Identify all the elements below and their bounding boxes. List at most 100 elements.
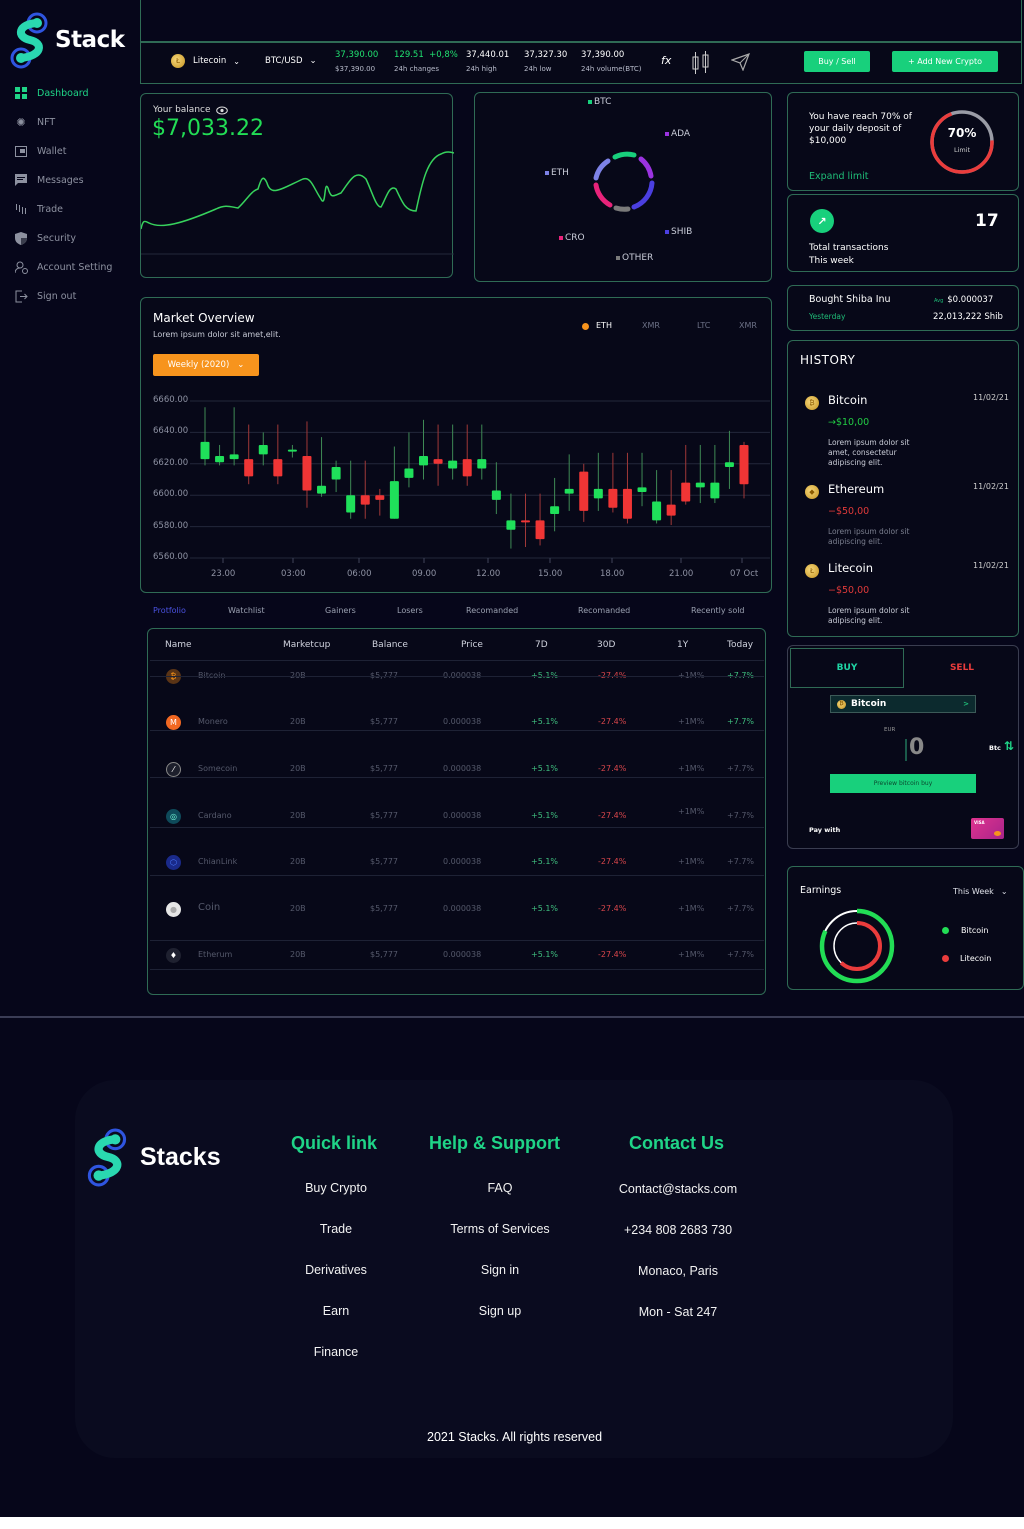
- last-trade-title: Bought Shiba Inu: [809, 294, 891, 305]
- sidebar-item-account-setting[interactable]: Account Setting: [14, 260, 112, 274]
- buy-sell-button[interactable]: Buy / Sell: [804, 51, 870, 72]
- candle-body: [579, 471, 589, 511]
- contact-item[interactable]: +234 808 2683 730: [598, 1223, 758, 1237]
- help-link[interactable]: FAQ: [420, 1181, 580, 1195]
- cell-d7: +5.1%: [531, 717, 559, 726]
- sidebar-item-messages[interactable]: Messages: [14, 173, 84, 187]
- cardano-icon: ◎: [166, 809, 181, 824]
- y-tick-label: 6560.00: [153, 552, 189, 562]
- quick-link[interactable]: Trade: [256, 1222, 416, 1236]
- coin-select[interactable]: ₿ Bitcoin >: [830, 695, 976, 713]
- column-header[interactable]: Today: [727, 640, 753, 650]
- quick-link[interactable]: Finance: [256, 1345, 416, 1359]
- candle-body: [273, 459, 283, 477]
- coin-tab-xmr[interactable]: XMR: [642, 321, 660, 330]
- column-header[interactable]: Marketcup: [283, 640, 330, 650]
- preview-buy-button[interactable]: Preview bitcoin buy: [830, 774, 976, 793]
- column-header[interactable]: 7D: [535, 640, 548, 650]
- price-usd: $37,390.00: [335, 65, 376, 73]
- contact-item: Monaco, Paris: [638, 1264, 718, 1278]
- buy-sell-panel: BUY SELL ₿ Bitcoin > EUR 0 Btc ⇅ Preview…: [787, 645, 1019, 849]
- sidebar-item-wallet[interactable]: Wallet: [14, 144, 66, 158]
- expand-limit-link[interactable]: Expand limit: [809, 171, 868, 182]
- coin-tab-eth[interactable]: ETH: [596, 321, 612, 330]
- portfolio-tab[interactable]: Recomanded: [578, 606, 630, 615]
- column-header[interactable]: 30D: [597, 640, 615, 650]
- portfolio-tab[interactable]: Losers: [397, 606, 423, 615]
- period-dropdown[interactable]: Weekly (2020) ⌄: [153, 354, 259, 376]
- column-header[interactable]: Price: [461, 640, 483, 650]
- sidebar-item-trade[interactable]: Trade: [14, 202, 63, 216]
- cell-price: 0.000038: [443, 717, 482, 726]
- transactions-card: ↗ 17 Total transactions This week: [787, 194, 1019, 272]
- candle-up: [229, 407, 239, 466]
- cell-balance: $5,777: [370, 857, 398, 866]
- candle-body: [433, 459, 443, 464]
- high-value: 37,440.01: [466, 50, 510, 60]
- add-new-crypto-button[interactable]: + Add New Crypto: [892, 51, 998, 72]
- legend-other: OTHER: [616, 253, 653, 263]
- eye-icon[interactable]: [215, 106, 228, 115]
- candle-down: [360, 460, 370, 519]
- amount-input[interactable]: 0: [909, 735, 924, 760]
- sidebar-item-label: Sign out: [37, 290, 77, 302]
- help-link[interactable]: Sign in: [420, 1263, 580, 1277]
- sidebar-item-security[interactable]: Security: [14, 231, 76, 245]
- header-divider: [150, 660, 764, 661]
- quick-link[interactable]: Derivatives: [256, 1263, 416, 1277]
- top-header: [140, 0, 1022, 42]
- y-tick-label: 6620.00: [153, 457, 189, 468]
- column-header[interactable]: 1Y: [677, 640, 688, 650]
- balance-label-row: Your balance: [153, 105, 228, 115]
- coin-tab-xmr-2[interactable]: XMR: [739, 321, 757, 330]
- sidebar-item-dashboard[interactable]: Dashboard: [14, 86, 89, 100]
- page-bottom-edge: [0, 1517, 1024, 1529]
- coin-selector[interactable]: Ł Litecoin ⌄: [171, 54, 240, 68]
- cell-today: +7.7%: [727, 857, 755, 866]
- ethereum-icon: ♦: [166, 948, 181, 963]
- quick-link[interactable]: Earn: [256, 1304, 416, 1318]
- earnings-period-dropdown[interactable]: This Week ⌄: [953, 887, 1008, 896]
- portfolio-tab[interactable]: Watchlist: [228, 606, 265, 615]
- portfolio-tab[interactable]: Recomanded: [466, 606, 518, 615]
- cell-name: Monero: [198, 717, 228, 726]
- sidebar-item-nft[interactable]: ✺ NFT: [14, 115, 55, 129]
- transactions-count: 17: [975, 211, 999, 231]
- contact-heading: Contact Us: [629, 1133, 725, 1153]
- visa-card-icon[interactable]: VISA: [971, 818, 1004, 839]
- cell-d30: -27.4%: [598, 764, 627, 773]
- cell-d30: -27.4%: [598, 811, 627, 820]
- candle-up: [564, 454, 574, 511]
- swap-icon[interactable]: ⇅: [1004, 739, 1014, 753]
- candle-up: [710, 444, 720, 504]
- sidebar-item-sign-out[interactable]: Sign out: [14, 289, 76, 303]
- cell-d7: +5.1%: [531, 764, 559, 773]
- coin-tab-ltc[interactable]: LTC: [697, 321, 710, 330]
- legend-label: ETH: [551, 168, 569, 178]
- legend-ada: ADA: [665, 129, 690, 139]
- mastercard-mark: [994, 831, 1001, 836]
- contact-item[interactable]: Contact@stacks.com: [598, 1182, 758, 1196]
- column-header[interactable]: Balance: [372, 640, 408, 650]
- fx-icon[interactable]: fx: [661, 54, 671, 67]
- pair-selector[interactable]: BTC/USD ⌄: [265, 56, 317, 66]
- sell-tab[interactable]: SELL: [906, 648, 1018, 688]
- candle-body: [564, 488, 574, 494]
- shib-dot: [665, 230, 669, 234]
- send-icon[interactable]: [731, 53, 751, 71]
- high-stat: 37,440.01 24h high: [466, 48, 509, 76]
- quick-link[interactable]: Buy Crypto: [256, 1181, 416, 1195]
- arrow-up-right-icon: ↗: [810, 209, 834, 233]
- candle-body: [637, 487, 647, 493]
- portfolio-tab[interactable]: Protfolio: [153, 606, 186, 615]
- portfolio-tab[interactable]: Recently sold: [691, 606, 745, 615]
- column-header[interactable]: Name: [165, 640, 192, 650]
- portfolio-tab[interactable]: Gainers: [325, 606, 356, 615]
- candle-chart-icon[interactable]: [691, 49, 711, 77]
- help-link[interactable]: Sign up: [420, 1304, 580, 1318]
- period-label: Weekly (2020): [167, 360, 230, 370]
- other-dot: [616, 256, 620, 260]
- buy-tab[interactable]: BUY: [790, 648, 904, 688]
- help-link[interactable]: Terms of Services: [420, 1222, 580, 1236]
- market-subtitle: Lorem ipsum dolor sit amet,elit.: [153, 330, 281, 339]
